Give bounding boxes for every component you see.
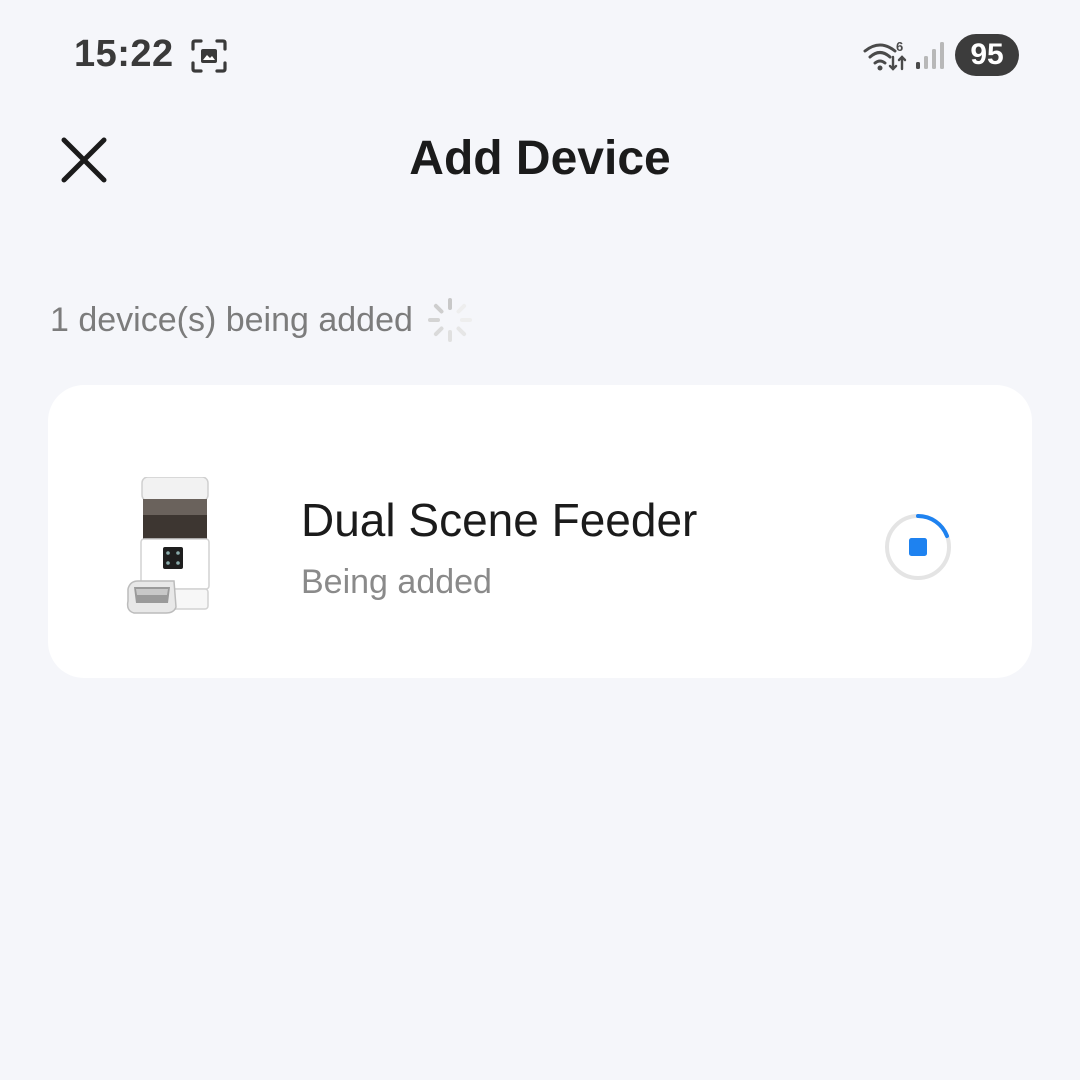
stop-progress-icon: [885, 514, 951, 580]
pet-feeder-image: [126, 477, 210, 614]
device-card: Dual Scene Feeder Being added: [48, 385, 1032, 678]
status-time: 15:22: [74, 33, 174, 75]
close-icon: [61, 137, 107, 183]
close-button[interactable]: [54, 130, 114, 190]
svg-text:6: 6: [896, 39, 903, 54]
page-title: Add Device: [409, 132, 671, 185]
adding-progress-row: 1 device(s) being added: [50, 292, 475, 348]
device-name: Dual Scene Feeder: [301, 494, 698, 546]
status-bar: 15:22 6 95: [0, 0, 1080, 110]
device-status: Being added: [301, 563, 492, 601]
adding-progress-text: 1 device(s) being added: [50, 300, 413, 339]
loading-spinner-icon: [427, 298, 472, 342]
wifi-6-icon: 6: [863, 39, 907, 71]
signal-icon: [916, 42, 944, 69]
stop-adding-button[interactable]: [882, 511, 954, 583]
screenshot-icon: [191, 39, 227, 73]
battery-indicator: 95: [955, 34, 1019, 76]
